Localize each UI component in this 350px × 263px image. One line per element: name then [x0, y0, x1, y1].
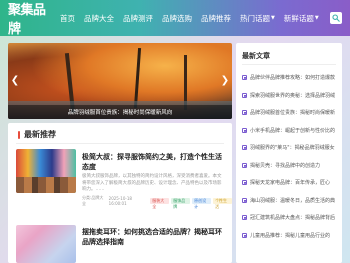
divider [16, 143, 224, 144]
list-item-label: 揭秘贝壳：寻找品牌中的创造力 [250, 162, 321, 169]
chevron-right-icon[interactable]: ❯ [220, 73, 230, 87]
nav-item-home[interactable]: 首页 [60, 13, 75, 24]
article-icon [242, 232, 247, 238]
latest-articles-sidebar: 最新文章 品牌伙伴品牌推荐攻略：如何打造爆款 探索羽绒服世界的奥秘：选择品牌羽绒… [236, 43, 342, 263]
article-icon [242, 127, 247, 133]
list-item[interactable]: 羽绒服界的"莱马"：揭秘品牌羽绒服女 [242, 139, 340, 157]
post-thumbnail[interactable] [16, 149, 76, 193]
list-item[interactable]: 品牌伙伴品牌推荐攻略：如何打造爆款 [242, 69, 340, 87]
list-item[interactable]: 探秘天龙家电品牌：百年传承，匠心 [242, 174, 340, 192]
section-title: 最新推荐 [18, 129, 56, 140]
nav-item-brands[interactable]: 品牌大全 [84, 13, 114, 24]
article-icon [242, 215, 247, 221]
list-item-label: 品牌伙伴品牌推荐攻略：如何打造爆款 [250, 75, 336, 82]
post-thumbnail[interactable] [16, 225, 76, 263]
post-category[interactable]: 分类:品牌大全 [82, 195, 106, 207]
nav-label: 首页 [60, 13, 75, 23]
article-icon [242, 92, 247, 98]
chevron-left-icon[interactable]: ❮ [10, 73, 20, 87]
banner-caption[interactable]: 品牌羽绒服首位贵族：揭秘时尚保暖新风向 [8, 105, 232, 119]
title-accent-bar [18, 130, 20, 139]
nav-item-new-topics[interactable]: 新鲜话题 ▼ [284, 13, 319, 24]
list-item[interactable]: 探索羽绒服世界的奥秘：选择品牌羽绒 [242, 87, 340, 105]
nav-label: 品牌推荐 [201, 13, 231, 23]
list-item-label: 羽绒服界的"莱马"：揭秘品牌羽绒服女 [250, 145, 335, 152]
nav-label: 品牌测评 [123, 13, 153, 23]
post-excerpt: 极简大叔服饰品牌，以其独特的简约设计风格，深受消费者喜爱。本文将带您深入了解极简… [82, 174, 222, 192]
nav-item-recommend[interactable]: 品牌推荐 [201, 13, 231, 24]
list-item-label: 小米手机品牌：崛起于创新与性价比的 [250, 127, 336, 134]
list-item-label: 品牌羽绒服首位贵族：揭秘时尚保暖新 [250, 110, 336, 117]
main-nav: 首页 品牌大全 品牌测评 品牌选购 品牌推荐 热门话题 ▼ 新鲜话题 ▼ [60, 13, 328, 24]
list-item[interactable]: 海山羽绒服：温暖冬日，品质生活的典 [242, 192, 340, 210]
list-item[interactable]: 小米手机品牌：崛起于创新与性价比的 [242, 122, 340, 140]
nav-item-buying[interactable]: 品牌选购 [162, 13, 192, 24]
post-title[interactable]: 摆拖卖耳环：如何挑选合适的品牌？揭秘耳环品牌选择指南 [82, 227, 222, 247]
chevron-down-icon: ▼ [271, 15, 275, 21]
list-item[interactable]: 儿童用品推荐：揭秘儿童用品行业的 [242, 227, 340, 245]
article-icon [242, 162, 247, 168]
post-tag[interactable]: 原创设计 [192, 198, 212, 209]
list-item-label: 儿童用品推荐：揭秘儿童用品行业的 [250, 232, 331, 239]
list-item-label: 探秘天龙家电品牌：百年传承，匠心 [250, 180, 331, 187]
chevron-down-icon: ▼ [314, 15, 319, 21]
recommend-panel: 最新推荐 极简大叔：探寻服饰简约之美，打造个性生活态度 极简大叔服饰品牌，以其独… [8, 123, 232, 263]
nav-item-reviews[interactable]: 品牌测评 [123, 13, 153, 24]
article-icon [242, 145, 247, 151]
article-list: 品牌伙伴品牌推荐攻略：如何打造爆款 探索羽绒服世界的奥秘：选择品牌羽绒 品牌羽绒… [242, 69, 340, 244]
post-tag[interactable]: 服饰品牌 [171, 198, 191, 209]
sidebar-title: 最新文章 [242, 52, 270, 60]
nav-label: 新鲜话题 [283, 13, 314, 23]
article-icon [242, 197, 247, 203]
list-item-label: 探索羽绒服世界的奥秘：选择品牌羽绒 [250, 92, 336, 99]
article-icon [242, 180, 247, 186]
site-logo[interactable]: 聚集品牌 [8, 0, 54, 37]
article-icon [242, 75, 247, 81]
list-item[interactable]: 冠汇建筑机品牌大盘点：揭秘品牌背后 [242, 209, 340, 227]
search-icon [332, 14, 340, 22]
search-button[interactable] [330, 12, 342, 24]
list-item[interactable]: 揭秘贝壳：寻找品牌中的创造力 [242, 157, 340, 175]
list-item[interactable]: 品牌羽绒服首位贵族：揭秘时尚保暖新 [242, 104, 340, 122]
post-tag[interactable]: 服装大全 [150, 198, 170, 209]
nav-label: 品牌大全 [84, 13, 114, 23]
site-header: 聚集品牌 首页 品牌大全 品牌测评 品牌选购 品牌推荐 热门话题 ▼ 新鲜话题 ▼ [0, 0, 350, 37]
section-title-text: 最新推荐 [24, 130, 56, 139]
list-item-label: 海山羽绒服：温暖冬日，品质生活的典 [250, 197, 336, 204]
nav-item-hot-topics[interactable]: 热门话题 ▼ [240, 13, 275, 24]
post-date: 2025-10-18 16:00:01 [108, 196, 132, 206]
post-tag[interactable]: 个性生活 [213, 198, 232, 209]
post-title[interactable]: 极简大叔：探寻服饰简约之美，打造个性生活态度 [82, 152, 222, 172]
article-icon [242, 110, 247, 116]
hero-banner[interactable]: ❮ ❯ 品牌羽绒服首位贵族：揭秘时尚保暖新风向 [8, 43, 232, 119]
banner-decoration [133, 47, 142, 109]
nav-label: 品牌选购 [162, 13, 192, 23]
divider [242, 64, 336, 65]
post-meta: 分类:品牌大全 2025-10-18 16:00:01 服装大全 服饰品牌 原创… [82, 195, 232, 209]
list-item-label: 冠汇建筑机品牌大盘点：揭秘品牌背后 [250, 215, 336, 222]
nav-label: 热门话题 [240, 13, 270, 23]
